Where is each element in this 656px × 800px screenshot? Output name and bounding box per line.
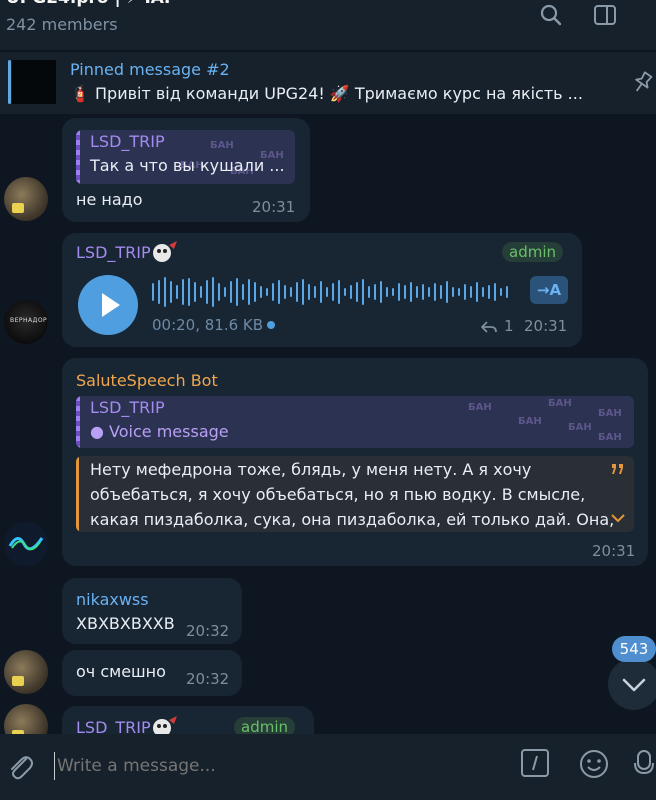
message-bubble[interactable]: nikaxwss ХВХВХВХХВ 20:32 <box>62 578 242 644</box>
sender-name[interactable]: nikaxwss <box>76 590 149 609</box>
unplayed-dot <box>267 321 276 329</box>
reply-preview[interactable]: БАН БАН БАН БАН БАН БАН LSD_TRIP ● Voice… <box>76 396 634 448</box>
attach-icon[interactable] <box>6 750 34 782</box>
reply-arrow-icon[interactable] <box>480 319 498 335</box>
sender-name[interactable]: LSD_TRIP <box>76 718 151 734</box>
pinned-title: Pinned message #2 <box>70 60 230 79</box>
expand-chevron-icon[interactable] <box>610 512 626 524</box>
transcription-quote[interactable]: Нету мефедрона тоже, блядь, у меня нету.… <box>76 456 634 532</box>
admin-badge: admin <box>502 242 563 262</box>
emoji-status-icon <box>153 716 177 734</box>
sender-name[interactable]: LSD_TRIP <box>76 243 151 262</box>
message-time: 20:32 <box>186 622 230 640</box>
reply-author: LSD_TRIP <box>90 132 165 151</box>
message-bubble[interactable]: БАН БАН БАН БАН LSD_TRIP Так а что вы ку… <box>62 118 310 222</box>
member-count: 242 members <box>6 15 118 34</box>
quote-line: какая пиздаболка, сука, она пиздаболка, … <box>90 510 615 529</box>
pinned-text: 🧯 Привіт від команди UPG24! 🚀 Тримаємо к… <box>70 84 583 103</box>
reply-text: Так а что вы кушали ... <box>90 156 285 175</box>
message-time: 20:31 <box>524 317 568 335</box>
message-composer <box>0 734 656 800</box>
pinned-indicator <box>8 60 11 104</box>
chevron-down-icon <box>622 678 646 692</box>
voice-waveform[interactable] <box>152 277 518 307</box>
avatar[interactable] <box>4 177 48 221</box>
message-bubble[interactable]: оч смешно 20:32 <box>62 650 242 696</box>
message-time: 20:31 <box>252 198 296 216</box>
message-time: 20:32 <box>186 670 230 688</box>
message-text: оч смешно <box>76 662 166 681</box>
message-text: ХВХВХВХХВ <box>76 614 175 633</box>
search-icon[interactable] <box>538 2 564 28</box>
salutespeech-logo-icon <box>8 537 44 551</box>
scroll-down-button[interactable] <box>608 658 656 710</box>
pinned-thumbnail <box>12 60 56 104</box>
chat-header: UPG24.pro | ⚡ IAF 242 members <box>0 0 656 50</box>
voice-duration: 00:20, 81.6 KB <box>152 316 264 334</box>
voice-meta: 00:20, 81.6 KB <box>152 316 276 334</box>
message-feed[interactable]: БАН БАН БАН БАН LSD_TRIP Так а что вы ку… <box>0 114 656 734</box>
quote-icon <box>612 464 623 474</box>
message-bubble[interactable]: LSD_TRIP admin <box>62 706 314 734</box>
message-bubble[interactable]: SaluteSpeech Bot БАН БАН БАН БАН БАН БАН… <box>62 358 648 566</box>
admin-badge: admin <box>234 717 295 734</box>
play-icon <box>102 293 120 317</box>
reply-author: LSD_TRIP <box>90 398 165 417</box>
reply-preview[interactable]: БАН БАН БАН БАН LSD_TRIP Так а что вы ку… <box>76 130 295 184</box>
pin-icon[interactable] <box>632 70 654 96</box>
quote-line: Нету мефедрона тоже, блядь, у меня нету.… <box>90 460 532 479</box>
unread-count-badge[interactable]: 543 <box>612 636 656 662</box>
sender-name[interactable]: SaluteSpeech Bot <box>76 371 218 390</box>
avatar[interactable] <box>4 704 48 734</box>
play-button[interactable] <box>78 275 138 335</box>
transcribe-button[interactable]: →A <box>530 276 568 304</box>
chat-title[interactable]: UPG24.pro | ⚡ IAF <box>6 0 176 8</box>
avatar[interactable] <box>4 522 48 566</box>
microphone-icon[interactable] <box>632 748 656 780</box>
message-time: 20:31 <box>592 542 636 560</box>
avatar[interactable]: ВЕРНАДОР <box>4 300 48 344</box>
message-text: не надо <box>76 190 143 209</box>
emoji-status-icon <box>153 241 177 262</box>
emoji-icon[interactable] <box>578 748 610 780</box>
reply-count[interactable]: 1 <box>504 317 514 335</box>
commands-icon[interactable] <box>520 748 550 778</box>
quote-line: объебаться, я хочу объебаться, но я пью … <box>90 485 586 504</box>
sidebar-toggle-icon[interactable] <box>592 2 618 28</box>
message-input[interactable] <box>54 752 499 780</box>
voice-message-bubble[interactable]: LSD_TRIP admin →A 00:20, 81.6 KB 1 20:31 <box>62 233 582 347</box>
reply-text: ● Voice message <box>90 422 229 441</box>
pinned-message-bar[interactable]: Pinned message #2 🧯 Привіт від команди U… <box>0 52 656 114</box>
avatar[interactable] <box>4 650 48 694</box>
